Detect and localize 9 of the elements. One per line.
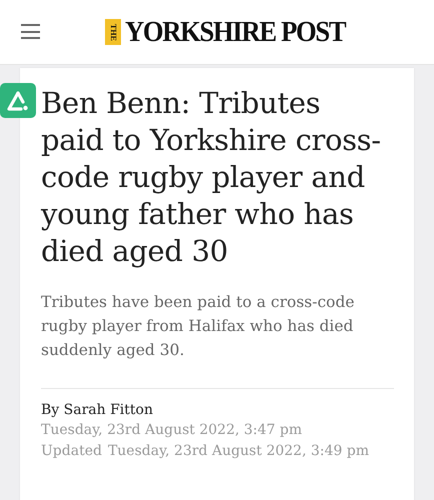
menu-icon[interactable] <box>21 24 40 39</box>
article-headline: Ben Benn: Tributes paid to Yorkshire cross-code rugby player and young father who has died aged 30 <box>41 85 382 270</box>
updated-label: Updated <box>41 443 102 459</box>
updated-date: Tuesday, 23rd August 2022, 3:49 pm <box>108 443 369 459</box>
logo-text[interactable]: YORKSHIRE POST <box>125 17 346 47</box>
logo-prefix: THE <box>108 24 118 40</box>
published-date: Tuesday, 23rd August 2022, 3:47 pm <box>41 421 304 440</box>
author-byline: By Sarah Fitton <box>41 401 154 420</box>
article-summary: Tributes have been paid to a cross-code rugby player from Halifax who has died suddenly aged 30. <box>41 292 356 361</box>
